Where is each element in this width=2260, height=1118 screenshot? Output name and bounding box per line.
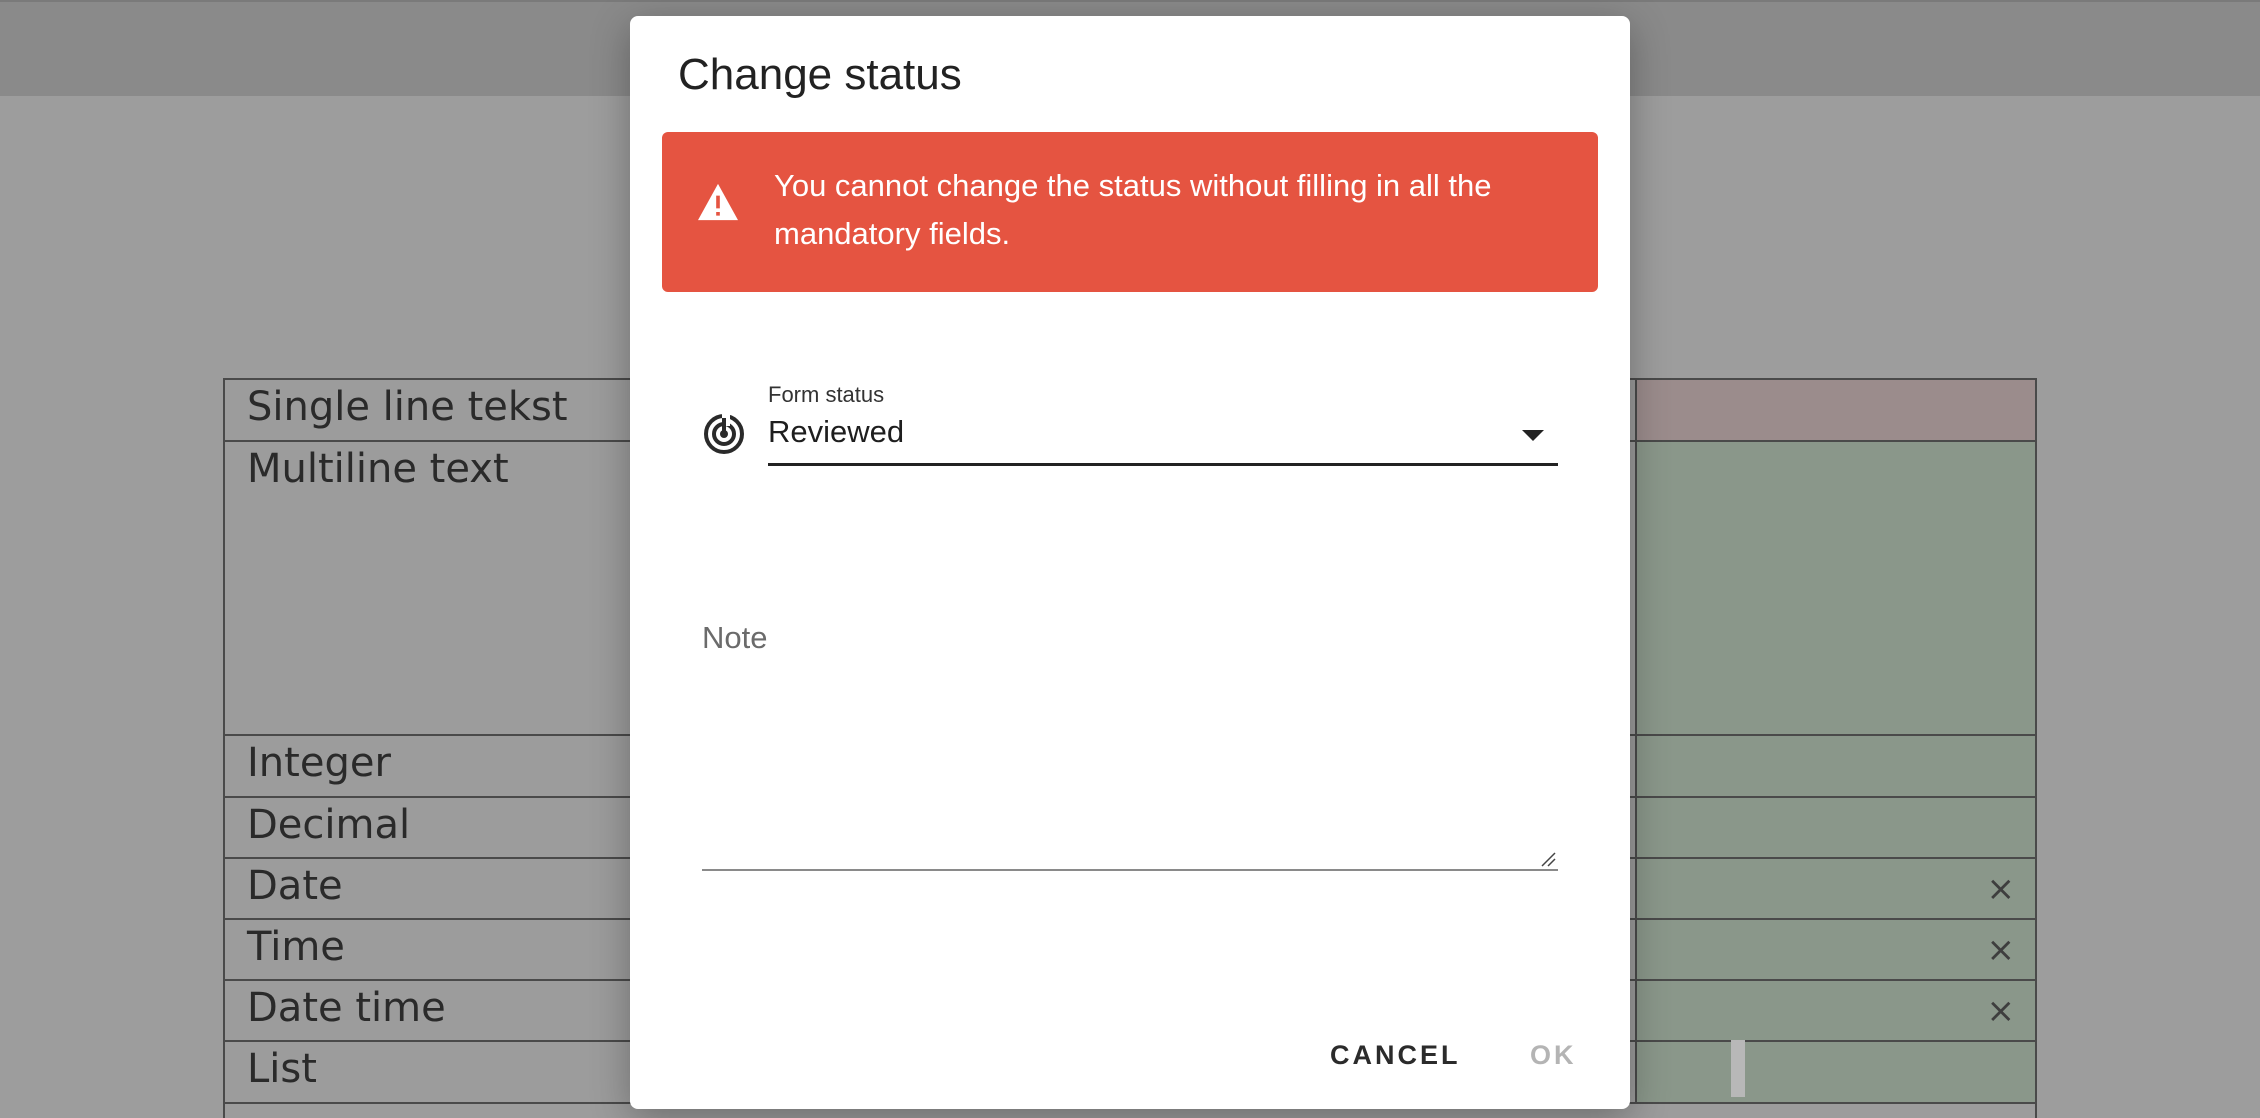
status-icon	[704, 412, 744, 454]
date-input[interactable]: ×	[1635, 859, 2035, 918]
form-row-label: Decimal	[247, 802, 411, 848]
cancel-button[interactable]: CANCEL	[1330, 1040, 1461, 1071]
form-status-label: Form status	[768, 382, 885, 407]
error-message: You cannot change the status without fil…	[774, 168, 1492, 251]
decimal-input[interactable]	[1635, 798, 2035, 857]
ok-button[interactable]: OK	[1530, 1040, 1577, 1071]
warning-icon	[698, 183, 738, 221]
form-row-label: Integer	[247, 740, 391, 786]
form-row-label: Single line tekst	[247, 384, 568, 430]
change-status-dialog: Change status You cannot change the stat…	[630, 16, 1630, 1109]
dialog-title: Change status	[678, 50, 962, 99]
form-row-label: List	[247, 1046, 317, 1092]
integer-input[interactable]	[1635, 736, 2035, 796]
form-row-label: Time	[247, 924, 345, 970]
error-banner: You cannot change the status without fil…	[662, 132, 1598, 292]
list-scrollbar[interactable]	[1731, 1040, 1745, 1097]
note-label: Note	[702, 620, 768, 655]
single-line-text-input[interactable]	[1635, 380, 2035, 440]
form-status-value: Reviewed	[768, 414, 905, 449]
resize-handle-icon[interactable]	[1540, 851, 1556, 867]
multiline-text-input[interactable]	[1635, 442, 2035, 734]
clear-time-icon[interactable]: ×	[1987, 930, 2016, 970]
clear-date-time-icon[interactable]: ×	[1987, 991, 2016, 1031]
clear-date-icon[interactable]: ×	[1987, 869, 2016, 909]
form-status-select[interactable]: Reviewed	[768, 412, 1558, 466]
list-input[interactable]	[1635, 1042, 2035, 1102]
note-textarea[interactable]: Note	[702, 596, 1558, 871]
caret-down-icon	[1522, 430, 1544, 441]
date-time-input[interactable]: ×	[1635, 981, 2035, 1040]
time-input[interactable]: ×	[1635, 920, 2035, 979]
form-row-label: Date time	[247, 985, 446, 1031]
form-row-label: Date	[247, 863, 343, 909]
form-row-label: Multiline text	[247, 446, 509, 492]
